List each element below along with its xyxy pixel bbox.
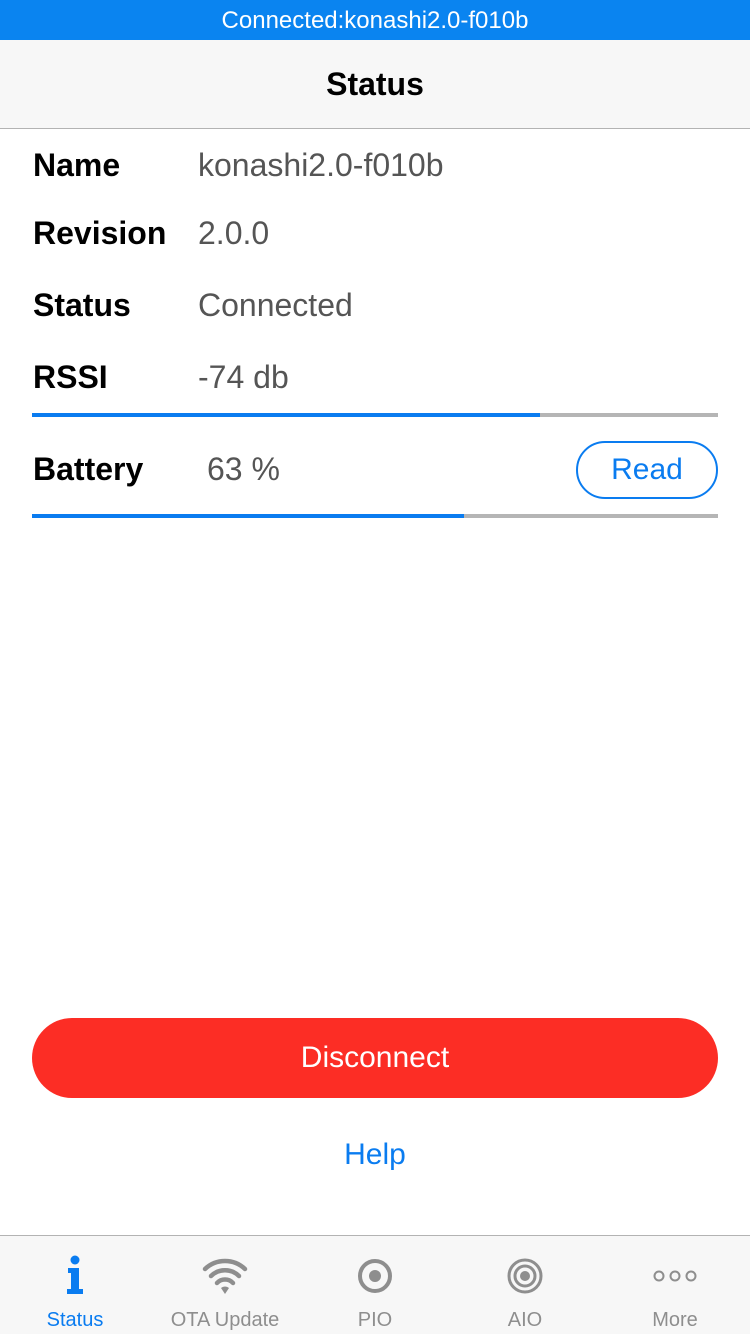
battery-label: Battery [33, 451, 144, 487]
battery-progress-bar [32, 514, 718, 518]
page-title: Status [326, 66, 424, 102]
disconnect-button[interactable]: Disconnect [32, 1018, 718, 1098]
tab-more[interactable]: More [600, 1236, 750, 1334]
wifi-icon [202, 1258, 248, 1294]
rssi-label: RSSI [33, 359, 108, 395]
revision-value: 2.0.0 [198, 215, 270, 251]
tab-status[interactable]: Status [0, 1236, 150, 1334]
status-screen: Connected:konashi2.0-f010b Status Name k… [0, 0, 750, 1334]
tab-label: AIO [507, 1309, 543, 1331]
info-icon [67, 1255, 83, 1294]
more-icon [653, 1270, 697, 1282]
name-value: konashi2.0-f010b [198, 147, 444, 183]
tab-ota-update[interactable]: OTA Update [150, 1236, 300, 1334]
tab-aio[interactable]: AIO [450, 1236, 600, 1334]
rings-icon [507, 1258, 543, 1294]
tab-pio[interactable]: PIO [300, 1236, 450, 1334]
battery-value: 63 % [207, 451, 280, 487]
help-link[interactable]: Help [0, 1138, 750, 1172]
status-value: Connected [198, 287, 353, 323]
read-battery-button[interactable]: Read [576, 441, 718, 499]
connection-banner: Connected:konashi2.0-f010b [0, 0, 750, 40]
tab-label: OTA Update [170, 1309, 280, 1331]
status-label: Status [33, 287, 131, 323]
tab-label: More [652, 1309, 698, 1331]
revision-label: Revision [33, 215, 167, 251]
tab-label: Status [46, 1309, 104, 1331]
rssi-progress-fill [32, 413, 540, 417]
tab-label: PIO [357, 1309, 393, 1331]
name-label: Name [33, 147, 121, 183]
rssi-progress-bar [32, 413, 718, 417]
battery-progress-fill [32, 514, 465, 518]
rssi-value: -74 db [198, 359, 289, 395]
target-icon [358, 1259, 392, 1293]
navigation-bar: Status [0, 40, 750, 129]
tab-bar: Status OTA Update PIO AIO More [0, 1235, 750, 1334]
